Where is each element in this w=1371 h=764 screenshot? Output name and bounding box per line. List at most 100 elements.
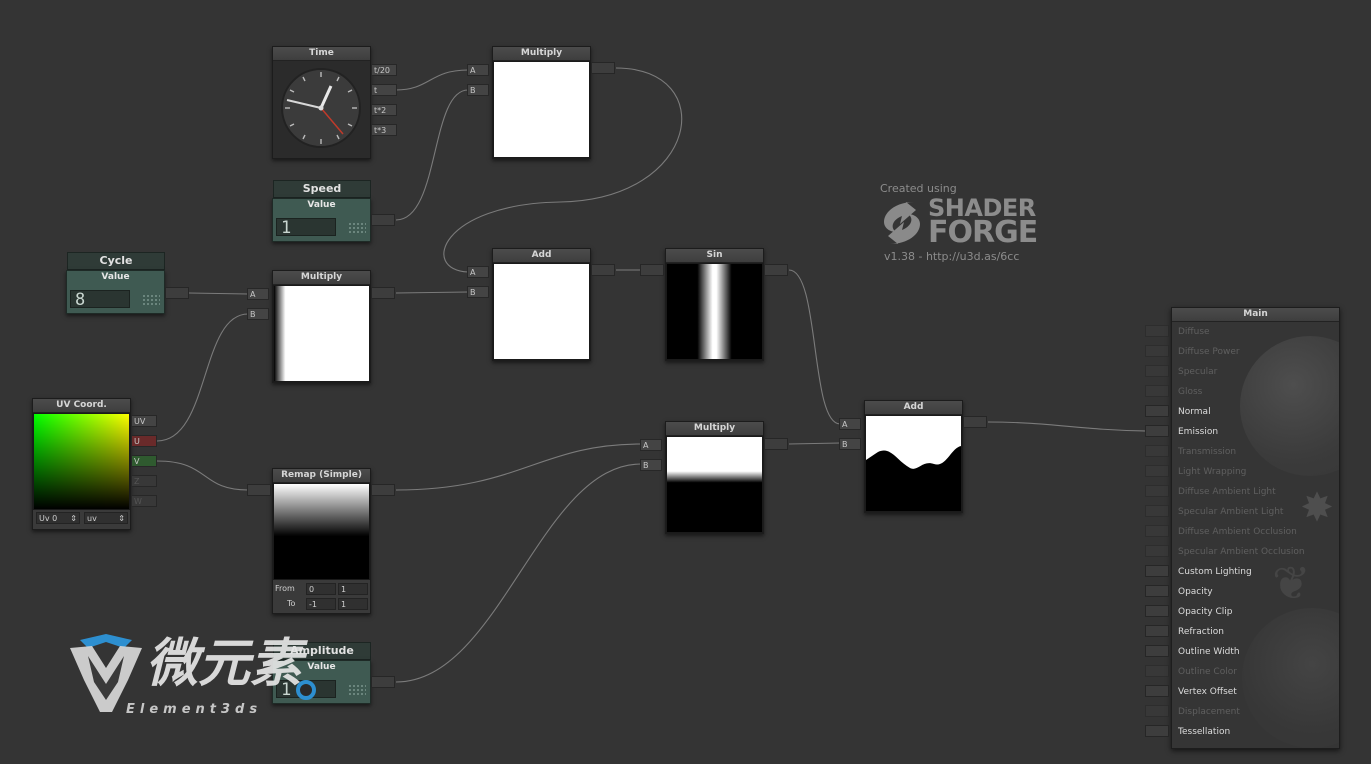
sin-input-port[interactable] — [640, 264, 664, 276]
main-port-diffuse-ambient-light[interactable] — [1145, 485, 1169, 497]
uv-channel-select[interactable]: Uv 0 ⇕ — [36, 512, 80, 524]
sin-node[interactable]: Sin — [665, 248, 764, 361]
remap-output-port[interactable] — [371, 484, 395, 496]
clock-preview — [273, 61, 370, 158]
time-output-t[interactable]: t — [371, 84, 397, 96]
main-output-panel[interactable]: Main ✸ ❦ Diffuse Diffuse Power Specular … — [1171, 307, 1340, 749]
remap-input-port[interactable] — [247, 484, 271, 496]
main-port-light-wrapping[interactable] — [1145, 465, 1169, 477]
main-port-displacement[interactable] — [1145, 705, 1169, 717]
main-port-diffuse-power[interactable] — [1145, 345, 1169, 357]
main-port-vertex-offset[interactable] — [1145, 685, 1169, 697]
remap-node[interactable]: Remap (Simple) From To 0 1 -1 1 — [272, 468, 371, 614]
main-input-specular-ambient-light: Specular Ambient Light — [1178, 507, 1284, 517]
cycle-value-field[interactable]: 8 — [70, 290, 130, 309]
main-port-refraction[interactable] — [1145, 625, 1169, 637]
remap-to-label: To — [287, 599, 296, 608]
main-port-normal[interactable] — [1145, 405, 1169, 417]
multiply-low-output-port[interactable] — [764, 438, 788, 450]
wire-multiply-to-add-b — [395, 291, 469, 294]
node-preview — [865, 415, 962, 512]
main-input-displacement: Displacement — [1178, 707, 1240, 717]
node-preview — [666, 436, 763, 533]
wire-speed-to-multiply-b — [395, 89, 469, 221]
logo-dot-icon — [296, 680, 316, 700]
main-input-custom-lighting: Custom Lighting — [1178, 567, 1252, 577]
main-port-opacity-clip[interactable] — [1145, 605, 1169, 617]
uv-mode-select[interactable]: uv ⇕ — [84, 512, 128, 524]
multiply-top-input-b[interactable]: B — [467, 84, 489, 96]
wire-v-to-remap — [156, 460, 249, 491]
main-port-specular-ambient-light[interactable] — [1145, 505, 1169, 517]
main-port-custom-lighting[interactable] — [1145, 565, 1169, 577]
uv-output-uv[interactable]: UV — [131, 415, 157, 427]
uv-output-u[interactable]: U — [131, 435, 157, 447]
wire-time-t-to-multiply-a — [395, 69, 469, 91]
node-preview — [33, 413, 130, 510]
multiply-top-node[interactable]: Multiply — [492, 46, 591, 159]
uv-output-z[interactable]: Z — [131, 475, 157, 487]
speed-output-port[interactable] — [371, 214, 395, 226]
sin-output-port[interactable] — [764, 264, 788, 276]
main-panel-title: Main — [1172, 308, 1339, 322]
main-input-transmission: Transmission — [1178, 447, 1237, 457]
time-node[interactable]: Time — [272, 46, 371, 159]
main-port-gloss[interactable] — [1145, 385, 1169, 397]
remap-to-min[interactable]: -1 — [306, 598, 336, 610]
wire-cycle-to-multiply-a — [188, 292, 249, 295]
add-right-output-port[interactable] — [963, 416, 987, 428]
remap-from-max[interactable]: 1 — [338, 583, 368, 595]
multiply-top-output-port[interactable] — [591, 62, 615, 74]
add-top-input-a[interactable]: A — [467, 266, 489, 278]
main-port-diffuse-ambient-occlusion[interactable] — [1145, 525, 1169, 537]
time-output-t3[interactable]: t*3 — [371, 124, 397, 136]
multiply-low-input-a[interactable]: A — [640, 439, 662, 451]
main-port-specular-ambient-occlusion[interactable] — [1145, 545, 1169, 557]
multiply-low-node[interactable]: Multiply — [665, 421, 764, 534]
amplitude-output-port[interactable] — [371, 676, 395, 688]
main-port-opacity[interactable] — [1145, 585, 1169, 597]
add-top-node[interactable]: Add — [492, 248, 591, 361]
multiply-mid-input-b[interactable]: B — [247, 308, 269, 320]
main-port-outline-width[interactable] — [1145, 645, 1169, 657]
uv-output-v[interactable]: V — [131, 455, 157, 467]
add-top-output-port[interactable] — [591, 264, 615, 276]
drag-grip-icon[interactable] — [348, 222, 366, 234]
speed-value-field[interactable]: 1 — [276, 218, 336, 237]
time-output-t20[interactable]: t/20 — [371, 64, 397, 76]
node-graph-canvas[interactable]: Time t/20 t t*2 t*3 Speed Value 1 Cycle … — [0, 0, 1371, 764]
drag-grip-icon[interactable] — [142, 294, 160, 306]
speed-node[interactable]: Value 1 — [272, 198, 371, 242]
multiply-mid-output-port[interactable] — [371, 287, 395, 299]
add-right-node[interactable]: Add — [864, 400, 963, 513]
add-right-input-b[interactable]: B — [839, 438, 861, 450]
multiply-top-input-a[interactable]: A — [467, 64, 489, 76]
drag-grip-icon[interactable] — [348, 684, 366, 696]
cycle-output-port[interactable] — [165, 287, 189, 299]
add-right-input-a[interactable]: A — [839, 418, 861, 430]
cycle-node[interactable]: Value 8 — [66, 270, 165, 314]
uv-output-w[interactable]: W — [131, 495, 157, 507]
stepper-icon: ⇕ — [70, 514, 77, 523]
main-input-refraction: Refraction — [1178, 627, 1224, 637]
remap-to-max[interactable]: 1 — [338, 598, 368, 610]
node-preview — [493, 263, 590, 360]
main-port-tessellation[interactable] — [1145, 725, 1169, 737]
main-port-transmission[interactable] — [1145, 445, 1169, 457]
main-input-tessellation: Tessellation — [1178, 727, 1231, 737]
time-output-t2[interactable]: t*2 — [371, 104, 397, 116]
multiply-low-input-b[interactable]: B — [640, 459, 662, 471]
multiply-mid-input-a[interactable]: A — [247, 288, 269, 300]
logo-chinese-text: 微元素 — [146, 634, 303, 694]
multiply-mid-node[interactable]: Multiply — [272, 270, 371, 383]
version-text: v1.38 - http://u3d.as/6cc — [884, 250, 1020, 263]
main-port-emission[interactable] — [1145, 425, 1169, 437]
main-input-emission: Emission — [1178, 427, 1219, 437]
add-top-input-b[interactable]: B — [467, 286, 489, 298]
main-input-specular: Specular — [1178, 367, 1218, 377]
main-port-diffuse[interactable] — [1145, 325, 1169, 337]
main-port-specular[interactable] — [1145, 365, 1169, 377]
uv-coord-node[interactable]: UV Coord. Uv 0 ⇕ uv ⇕ — [32, 398, 131, 530]
remap-from-min[interactable]: 0 — [306, 583, 336, 595]
main-port-outline-color[interactable] — [1145, 665, 1169, 677]
